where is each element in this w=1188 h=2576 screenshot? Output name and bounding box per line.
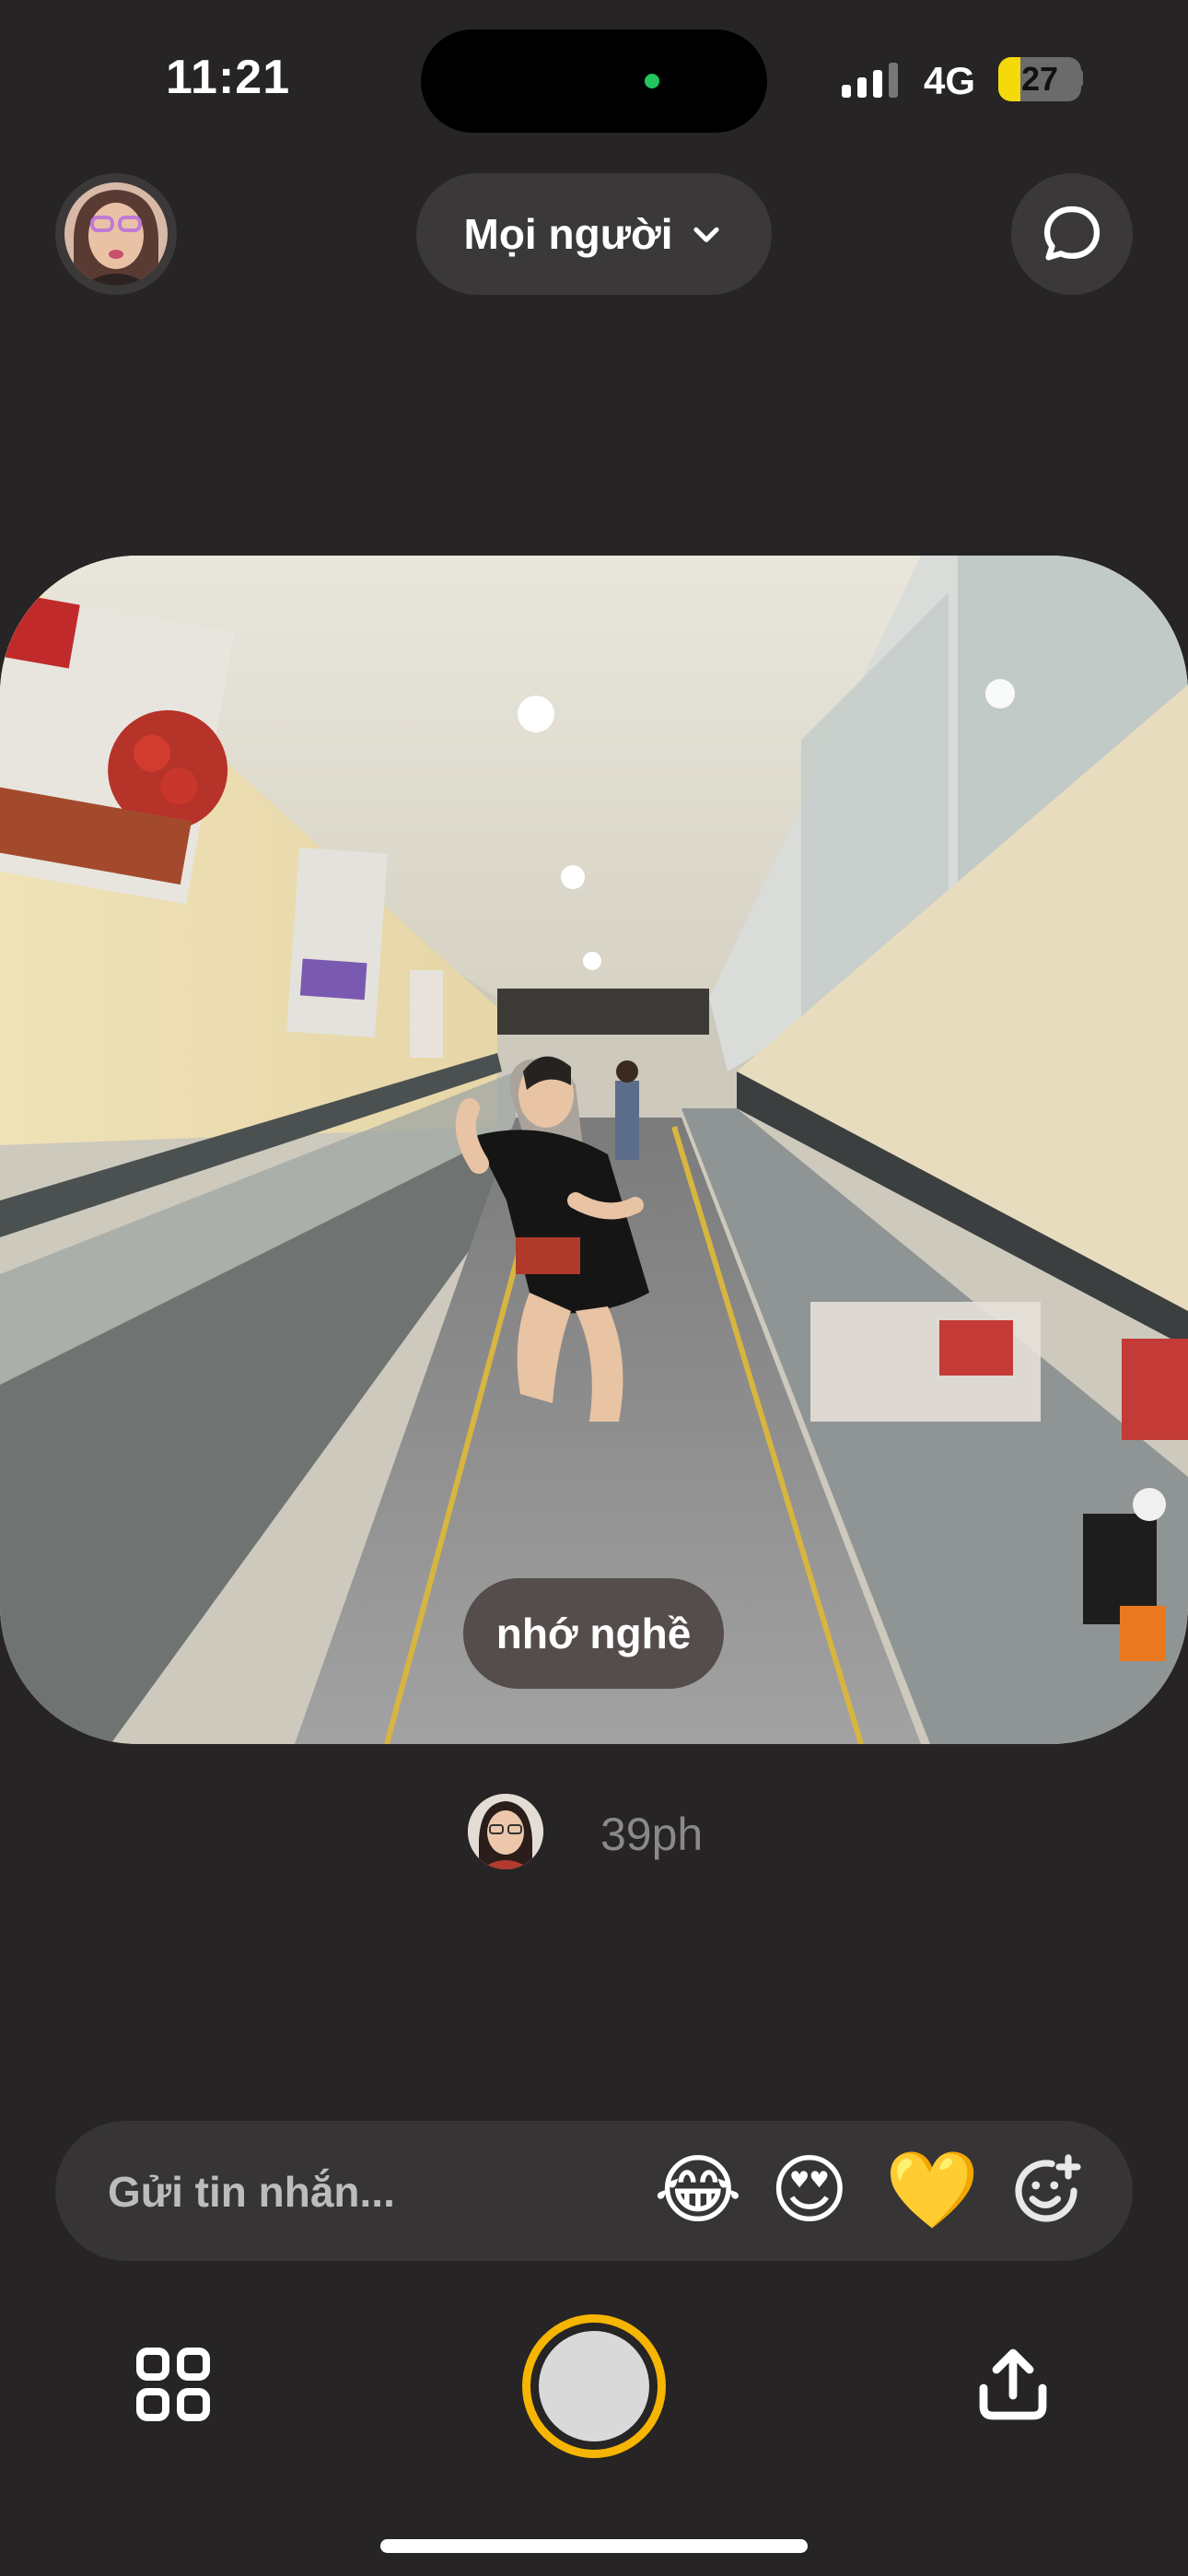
share-button[interactable] xyxy=(969,2340,1057,2429)
home-indicator xyxy=(380,2539,808,2553)
network-type: 4G xyxy=(924,59,976,102)
grid-icon xyxy=(136,2348,210,2421)
grid-view-button[interactable] xyxy=(129,2340,217,2429)
post-photo[interactable] xyxy=(0,556,1188,1744)
post-time: 39ph xyxy=(600,1809,704,1860)
sender-avatar[interactable] xyxy=(468,1794,543,1869)
dynamic-island xyxy=(421,29,767,133)
reaction-laugh-button[interactable]: 😂 xyxy=(654,2145,742,2237)
battery-cap xyxy=(1077,70,1083,87)
privacy-indicator xyxy=(645,74,659,88)
signal-icon xyxy=(842,61,898,98)
share-icon xyxy=(979,2348,1047,2420)
chat-button[interactable] xyxy=(1011,173,1133,295)
shutter-inner xyxy=(539,2331,649,2441)
avatar xyxy=(64,182,168,286)
photo-caption: nhớ nghề xyxy=(463,1578,724,1689)
chat-bubble-icon xyxy=(1043,205,1101,261)
status-time: 11:21 xyxy=(166,51,291,104)
reaction-heart-eyes-button[interactable]: 😍 xyxy=(770,2145,848,2237)
photo-image xyxy=(0,556,1188,1744)
audience-label: Mọi người xyxy=(463,210,673,258)
audience-selector[interactable]: Mọi người xyxy=(416,173,772,295)
reaction-yellow-heart-button[interactable]: 💛 xyxy=(885,2145,979,2237)
shutter-button[interactable] xyxy=(522,2314,666,2458)
chevron-down-icon xyxy=(693,227,720,242)
profile-avatar-button[interactable] xyxy=(55,173,177,295)
sender-avatar-image xyxy=(468,1794,543,1869)
add-reaction-button[interactable] xyxy=(1002,2147,1090,2235)
battery-icon: 27 xyxy=(998,57,1081,101)
message-input[interactable]: Gửi tin nhắn... xyxy=(108,2167,395,2217)
add-emoji-icon xyxy=(1015,2154,1081,2222)
battery-level: 27 xyxy=(1020,60,1059,98)
